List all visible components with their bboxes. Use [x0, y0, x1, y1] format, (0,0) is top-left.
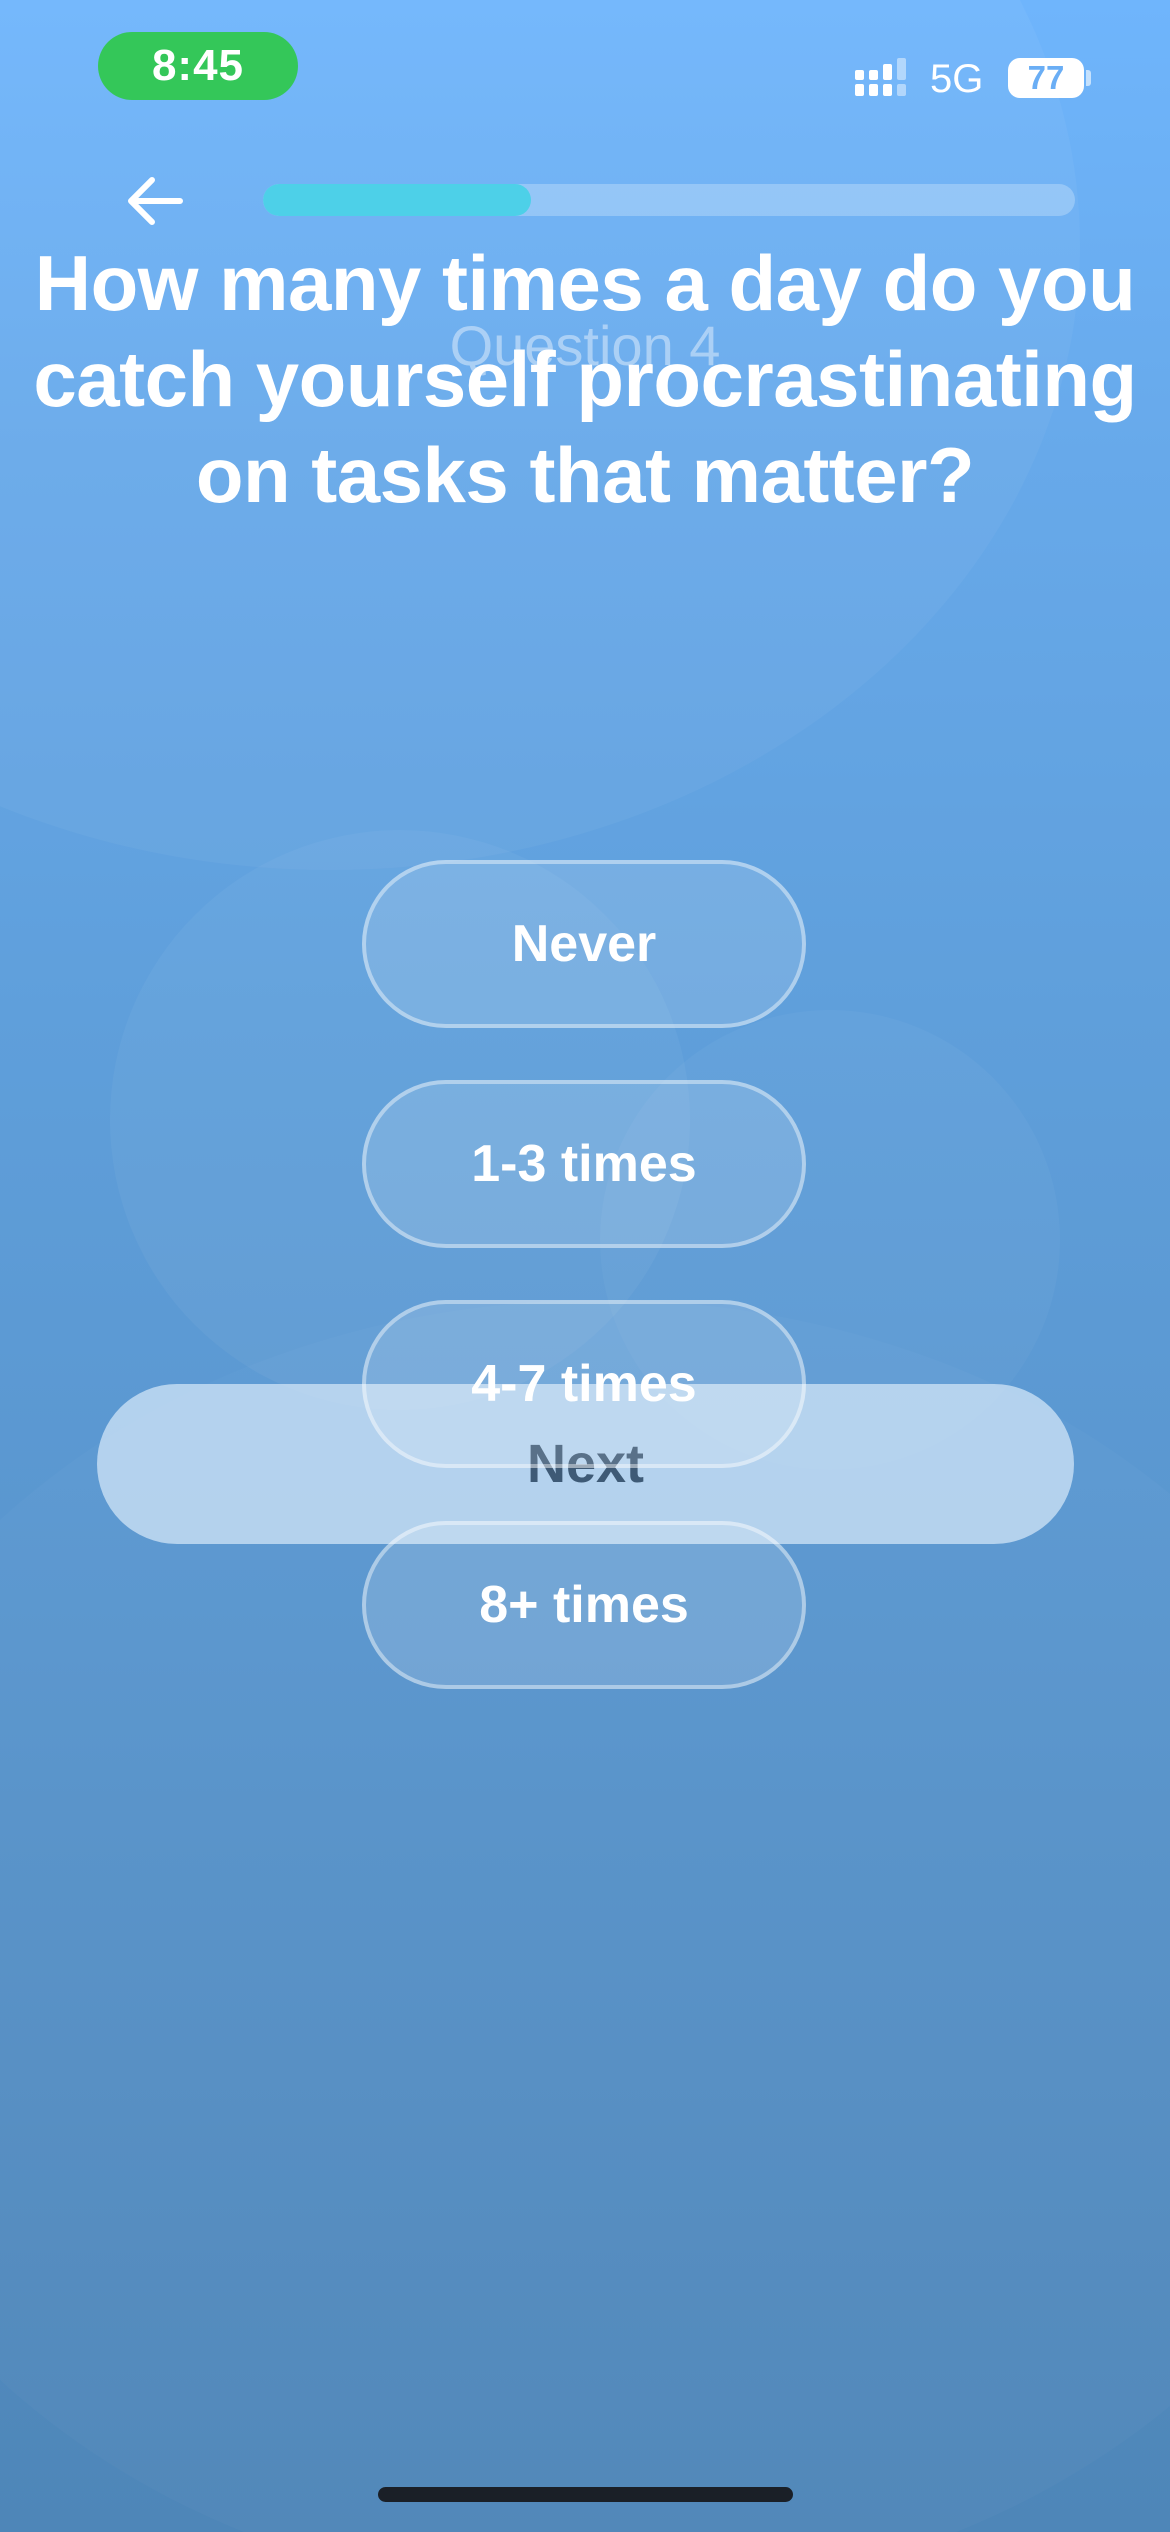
option-4-7-times[interactable]: 4-7 times	[362, 1300, 806, 1468]
status-time: 8:45	[98, 32, 298, 100]
question-title: How many times a day do you catch yourse…	[33, 239, 1137, 519]
network-type: 5G	[930, 57, 984, 101]
battery-cap	[1086, 70, 1091, 86]
option-never[interactable]: Never	[362, 860, 806, 1028]
arrow-left-icon	[128, 177, 183, 225]
home-indicator	[378, 2487, 793, 2502]
battery-icon: 77	[1008, 58, 1084, 98]
back-button[interactable]	[120, 166, 190, 236]
progress-fill	[263, 184, 531, 216]
battery-level: 77	[1027, 59, 1065, 96]
quiz-screen: 8:45 5G 77 Question 4 How many times a d…	[0, 0, 1170, 2532]
signal-strength-icon	[855, 58, 906, 96]
option-1-3-times[interactable]: 1-3 times	[362, 1080, 806, 1248]
progress-bar	[263, 184, 1075, 216]
option-8-plus-times[interactable]: 8+ times	[362, 1521, 806, 1689]
